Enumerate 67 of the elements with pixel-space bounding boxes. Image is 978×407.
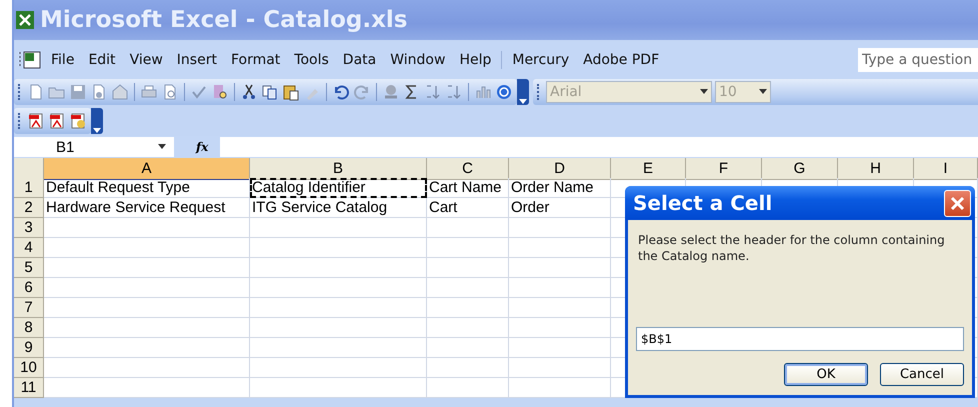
- table-cell: Cart Name: [427, 178, 509, 198]
- table-cell: Cart: [427, 198, 509, 218]
- close-icon: [950, 196, 965, 210]
- table-cell: Order: [509, 198, 611, 218]
- cell-reference-field[interactable]: $B$1: [636, 327, 964, 351]
- row-header[interactable]: 5: [14, 258, 44, 278]
- research-icon[interactable]: [211, 83, 229, 101]
- dialog-button[interactable]: Cancel: [880, 363, 964, 386]
- menu-item[interactable]: Help: [452, 50, 498, 70]
- menu-item[interactable]: File: [44, 50, 82, 70]
- row-header[interactable]: 7: [14, 298, 44, 318]
- toolbar-options-button[interactable]: [517, 79, 529, 105]
- cut-icon[interactable]: [240, 83, 258, 101]
- undo-icon[interactable]: [332, 83, 350, 101]
- toolbar-options-button[interactable]: [91, 108, 103, 134]
- column-header[interactable]: E: [611, 158, 686, 180]
- column-header[interactable]: A: [44, 158, 250, 180]
- row-header[interactable]: 4: [14, 238, 44, 258]
- menu-item[interactable]: Format: [224, 50, 288, 70]
- row-header[interactable]: 9: [14, 338, 44, 358]
- row-header[interactable]: 8: [14, 318, 44, 338]
- menu-item[interactable]: Adobe PDF: [576, 50, 666, 70]
- dialog-button[interactable]: OK: [784, 363, 868, 386]
- caret-icon[interactable]: [158, 144, 166, 150]
- formula-field[interactable]: [220, 137, 978, 157]
- table-cell: Hardware Service Request: [44, 198, 250, 218]
- spreadsheet-app-icon: [16, 11, 34, 29]
- row-header[interactable]: 6: [14, 278, 44, 298]
- dialog-message: Please select the header for the column containing the Catalog name.: [638, 232, 946, 264]
- pdf-icon[interactable]: [48, 112, 66, 130]
- close-button[interactable]: [944, 190, 971, 216]
- row-header[interactable]: 3: [14, 218, 44, 238]
- help-icon[interactable]: [495, 83, 513, 101]
- table-cell: Default Request Type: [44, 178, 250, 198]
- copy-icon[interactable]: [261, 83, 279, 101]
- dialog-title: Select a Cell: [633, 191, 772, 215]
- help-search-field[interactable]: Type a question: [858, 48, 978, 72]
- row-header[interactable]: 1: [14, 178, 44, 198]
- column-header[interactable]: D: [509, 158, 611, 180]
- window-title: Microsoft Excel - Catalog.xls: [40, 7, 408, 33]
- row-header[interactable]: 11: [14, 378, 44, 398]
- column-header[interactable]: F: [686, 158, 762, 180]
- caret-icon: [93, 126, 101, 134]
- caret-icon: [519, 97, 527, 105]
- menu-item[interactable]: Mercury: [505, 50, 576, 70]
- pdf-review-icon[interactable]: [69, 112, 87, 130]
- pdf-icon[interactable]: [27, 112, 45, 130]
- row-header[interactable]: 2: [14, 198, 44, 218]
- row-header[interactable]: 10: [14, 358, 44, 378]
- menu-item[interactable]: Insert: [170, 50, 224, 70]
- function-label[interactable]: fx: [196, 140, 208, 154]
- column-header[interactable]: B: [250, 158, 427, 180]
- column-header[interactable]: H: [838, 158, 914, 180]
- menu-item[interactable]: View: [122, 50, 170, 70]
- column-header[interactable]: G: [762, 158, 838, 180]
- table-cell: Catalog Identifier: [250, 178, 427, 198]
- name-box[interactable]: B1: [14, 137, 174, 157]
- paste-icon[interactable]: [282, 83, 300, 101]
- column-header[interactable]: I: [914, 158, 978, 180]
- table-cell: ITG Service Catalog: [250, 198, 427, 218]
- sort-descending-icon[interactable]: [445, 83, 463, 101]
- menu-item[interactable]: Tools: [287, 50, 336, 70]
- menu-item[interactable]: Window: [383, 50, 452, 70]
- column-header[interactable]: C: [427, 158, 509, 180]
- menu-item[interactable]: Edit: [81, 50, 123, 70]
- table-cell: Order Name: [509, 178, 611, 198]
- menu-item[interactable]: Data: [336, 50, 384, 70]
